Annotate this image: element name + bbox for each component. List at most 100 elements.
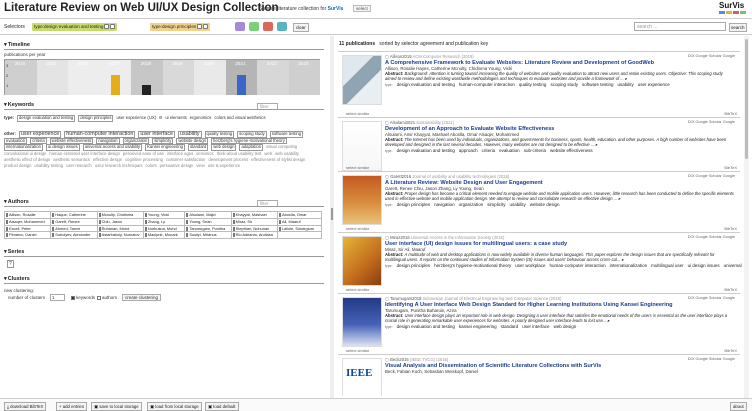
keyword-tag[interactable]: colors — [145, 163, 156, 169]
cluster-keywords-option[interactable]: keywords — [71, 295, 95, 300]
timeline-year[interactable]: 2016 — [68, 60, 100, 95]
publication-keyword[interactable]: simplicity — [487, 202, 505, 207]
author-cell[interactable]: Alsaqer, Mohammed — [3, 217, 52, 226]
author-cell[interactable]: Plmaroc, Daniel — [3, 231, 52, 240]
timeline-year[interactable]: 2022 — [257, 60, 289, 95]
download-bibtex-button[interactable]: ⤓ download BibTeX — [4, 402, 47, 411]
keyword-tag[interactable]: ui design issues — [45, 144, 80, 151]
bibtex-link[interactable]: BibTeX — [724, 348, 737, 353]
author-cell[interactable]: Young, Sean — [184, 217, 232, 226]
keyword-tag[interactable]: product design — [4, 163, 31, 169]
publication-keyword[interactable]: approach — [459, 148, 478, 153]
publication-entry[interactable]: IEEE ▢ Beck2016 (IEEE TVCG) (2016) DOI Goo… — [338, 354, 740, 396]
checkbox-icon[interactable] — [97, 296, 101, 300]
publication-keyword[interactable]: sub-criteria — [524, 148, 546, 153]
author-cell[interactable]: Mcnulty, Chidinma — [96, 211, 144, 219]
author-cell[interactable]: Ruhanan, Mohd — [96, 224, 144, 233]
timeline-year[interactable]: 2015 — [36, 60, 68, 95]
scrollbar-thumb[interactable] — [745, 39, 748, 159]
keyword-tag[interactable]: design evaluation and testing — [17, 115, 76, 122]
publication-links[interactable]: DOI Google Scholar Google — [688, 357, 735, 361]
author-cell[interactable]: Stepthan, Nuhunan — [230, 224, 278, 233]
filter-icon[interactable] — [104, 24, 110, 29]
add-entries-button[interactable]: + add entries — [56, 402, 87, 411]
publication-keyword[interactable]: evaluation — [499, 148, 520, 153]
author-cell[interactable]: Garett, Renee — [50, 217, 98, 226]
publication-keyword[interactable]: design principles — [397, 263, 431, 268]
clusters-heading[interactable]: Clusters — [4, 276, 30, 282]
keyword-tag[interactable]: web design — [211, 144, 237, 151]
load-local-button[interactable]: ▣ load from local storage — [147, 402, 202, 411]
keyword-tag[interactable]: ui elements — [165, 115, 186, 121]
bibtex-link[interactable]: BibTeX — [724, 287, 737, 292]
author-cell[interactable]: Ali, Maaruf — [276, 217, 323, 226]
bibtex-link[interactable]: BibTeX — [724, 111, 737, 116]
close-icon[interactable] — [203, 24, 209, 29]
keyword-tag[interactable]: herzberg's hygiene-motivational theory — [211, 137, 287, 145]
keyword-tag[interactable]: user interface — [138, 131, 176, 138]
author-cell[interactable]: Chiu, Jason — [96, 217, 144, 226]
selector-slot-purple[interactable] — [235, 22, 245, 31]
keyword-tag[interactable]: universal access and usability — [82, 144, 143, 151]
keyword-tag[interactable]: Kansei engineering — [145, 144, 185, 151]
selector-slot-red[interactable] — [263, 22, 273, 31]
publication-keyword[interactable]: standard — [501, 324, 519, 329]
search-button[interactable]: search — [729, 23, 747, 32]
search-input[interactable]: search ... — [634, 22, 726, 31]
timeline-bar[interactable] — [236, 75, 246, 95]
publication-keyword[interactable]: design evaluation and testing — [397, 82, 455, 87]
author-cell[interactable]: Ahmed, Tanvir — [50, 224, 98, 233]
keyword-tag[interactable]: internationalization — [4, 144, 43, 151]
publication-keyword[interactable]: design principles — [397, 202, 431, 207]
publication-keyword[interactable]: usability — [618, 82, 634, 87]
create-clustering-button[interactable]: create clustering — [122, 294, 162, 301]
keyword-tag[interactable]: navigation — [96, 137, 120, 145]
keyword-tag[interactable]: website design — [176, 137, 209, 145]
publication-keyword[interactable]: universal access and usability — [724, 263, 742, 268]
timeline-bar[interactable] — [142, 85, 152, 95]
keyword-tag[interactable]: standard — [187, 144, 209, 151]
about-button[interactable]: about — [730, 402, 747, 411]
publication-keyword[interactable]: herzberg's hygiene-motivational theory — [434, 263, 511, 268]
save-local-button[interactable]: ▣ save to local storage — [91, 402, 142, 411]
publication-links[interactable]: DOI Google Scholar Google — [688, 54, 735, 58]
select-similar-link[interactable]: select similar — [346, 348, 369, 353]
series-item[interactable]: ? — [7, 260, 14, 268]
selector-chip-evaluation[interactable]: type:design evaluation and testing — [32, 23, 118, 31]
author-cell[interactable]: Sobolyev, Alexander — [50, 231, 98, 240]
publication-keyword[interactable]: user experience — [638, 82, 670, 87]
publication-keyword[interactable]: design evaluation and testing — [397, 148, 455, 153]
selector-slot-green[interactable] — [249, 22, 259, 31]
keywords-heading[interactable]: Keywords — [4, 102, 34, 108]
selector-chip-principles[interactable]: type:design principles — [150, 23, 211, 31]
timeline-year[interactable]: 2018 — [131, 60, 163, 95]
author-cell[interactable]: Aboslla, Omar — [276, 211, 323, 219]
publication-keyword[interactable]: user workplace — [515, 263, 545, 268]
keyword-tag[interactable]: colors and visual aesthetics — [214, 115, 265, 121]
cluster-count-input[interactable]: 1 — [50, 294, 65, 301]
keyword-tag[interactable]: evaluation — [4, 137, 28, 145]
select-similar-link[interactable]: select similar — [346, 287, 369, 292]
keyword-tag[interactable]: simplicity — [152, 137, 174, 145]
keyword-tag[interactable]: website effectiveness — [49, 137, 94, 145]
author-cell[interactable]: Astarbakoly, Nurnatov — [96, 231, 144, 240]
keyword-tag[interactable]: quality testing — [204, 131, 235, 138]
publication-keyword[interactable]: ui design issues — [688, 263, 720, 268]
publication-entry[interactable]: ▢ Allison2019 ACM Computer Research (201… — [338, 51, 740, 117]
keyword-tag[interactable]: ergonomics — [190, 115, 212, 121]
keyword-tag[interactable]: criteria — [30, 137, 47, 145]
filter-icon[interactable] — [197, 24, 203, 29]
bibtex-link[interactable]: BibTeX — [724, 165, 737, 170]
close-icon[interactable] — [110, 24, 116, 29]
keyword-tag[interactable]: scoping study — [237, 131, 267, 138]
series-heading[interactable]: Series — [4, 249, 25, 255]
keyword-tag[interactable]: human-computer interaction — [64, 131, 136, 138]
publication-keyword[interactable]: web design — [553, 324, 576, 329]
author-cell[interactable]: Zhang, Ly — [142, 217, 186, 226]
bibtex-link[interactable]: BibTeX — [724, 226, 737, 231]
timeline-heading[interactable]: Timeline — [4, 42, 30, 48]
checkbox-checked-icon[interactable] — [71, 296, 75, 300]
publication-entry[interactable]: ▢ Miraz2016 Universal Access in the Info… — [338, 232, 742, 293]
timeline-year[interactable]: 2023 — [288, 60, 320, 95]
keyword-tag[interactable]: persuasive design — [160, 163, 194, 169]
